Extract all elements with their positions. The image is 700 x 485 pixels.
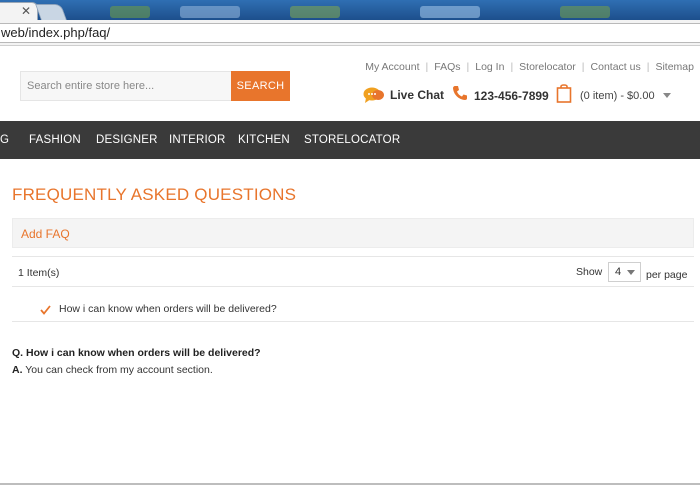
top-link-faqs[interactable]: FAQs	[434, 61, 460, 73]
faq-question: Q. How i can know when orders will be de…	[12, 347, 261, 359]
faq-list-item[interactable]: How i can know when orders will be deliv…	[12, 296, 694, 322]
nav-item-fashion[interactable]: FASHION	[29, 121, 81, 159]
question-prefix: Q.	[12, 347, 24, 359]
nav-item-designer[interactable]: DESIGNER	[96, 121, 158, 159]
background-blob	[180, 6, 240, 18]
top-links: My Account | FAQs | Log In | Storelocator | Cont…	[365, 61, 694, 73]
live-chat-link[interactable]: Live Chat	[363, 86, 444, 104]
top-link-storelocator[interactable]: Storelocator	[519, 61, 576, 73]
answer-text: You can check from my account section.	[25, 364, 213, 376]
phone-label: 123-456-7899	[474, 88, 549, 103]
page-title: FREQUENTLY ASKED QUESTIONS	[12, 185, 297, 204]
live-chat-label: Live Chat	[390, 88, 445, 102]
top-link-log-in[interactable]: Log In	[475, 61, 504, 73]
per-page-select[interactable]: 4	[608, 262, 641, 282]
background-blob	[290, 6, 340, 18]
browser-tab-strip: ✕	[0, 0, 700, 20]
chevron-down-icon	[662, 93, 671, 98]
top-link-contact-us[interactable]: Contact us	[591, 61, 641, 73]
chat-bubble-icon	[363, 86, 385, 104]
faq-answer: A. You can check from my account section…	[12, 364, 213, 376]
top-link-sitemap[interactable]: Sitemap	[655, 61, 694, 73]
per-page-label: per page	[646, 269, 688, 281]
faq-question-link[interactable]: How i can know when orders will be deliv…	[59, 303, 277, 315]
top-link-my-account[interactable]: My Account	[365, 61, 419, 73]
checkmark-icon	[40, 302, 51, 320]
list-toolbar: 1 Item(s) Show 4 per page	[12, 256, 694, 287]
search-button[interactable]: SEARCH	[231, 71, 290, 101]
nav-item-interior[interactable]: INTERIOR	[169, 121, 226, 159]
address-bar: web/index.php/faq/	[0, 20, 700, 46]
answer-prefix: A.	[12, 364, 23, 376]
add-faq-link[interactable]: Add FAQ	[21, 227, 70, 241]
cart-summary: (0 item) - $0.00	[580, 89, 655, 102]
url-field[interactable]: web/index.php/faq/	[0, 23, 700, 43]
shopping-bag-icon	[556, 83, 572, 108]
nav-item-truncated[interactable]: G	[0, 121, 9, 159]
search-input[interactable]	[21, 72, 231, 100]
nav-item-kitchen[interactable]: KITCHEN	[238, 121, 290, 159]
per-page-value: 4	[615, 266, 622, 278]
phone-number: 123-456-7899	[452, 85, 549, 106]
question-text: How i can know when orders will be deliv…	[26, 347, 261, 359]
main-navigation: G FASHION DESIGNER INTERIOR KITCHEN STOR…	[0, 121, 700, 159]
background-blob	[560, 6, 610, 18]
mini-cart[interactable]: (0 item) - $0.00	[556, 83, 671, 108]
search-form: SEARCH	[20, 71, 290, 101]
show-label: Show	[576, 266, 603, 278]
background-blob	[420, 6, 480, 18]
phone-icon	[452, 85, 468, 106]
browser-tab-active[interactable]: ✕	[0, 2, 38, 20]
close-tab-icon[interactable]: ✕	[21, 4, 31, 18]
add-faq-bar: Add FAQ	[12, 218, 694, 248]
nav-item-storelocator[interactable]: STORELOCATOR	[304, 121, 400, 159]
items-count: 1 Item(s)	[18, 267, 60, 279]
chevron-down-icon	[627, 270, 635, 275]
background-blob	[110, 6, 150, 18]
new-tab-button[interactable]	[35, 4, 67, 20]
